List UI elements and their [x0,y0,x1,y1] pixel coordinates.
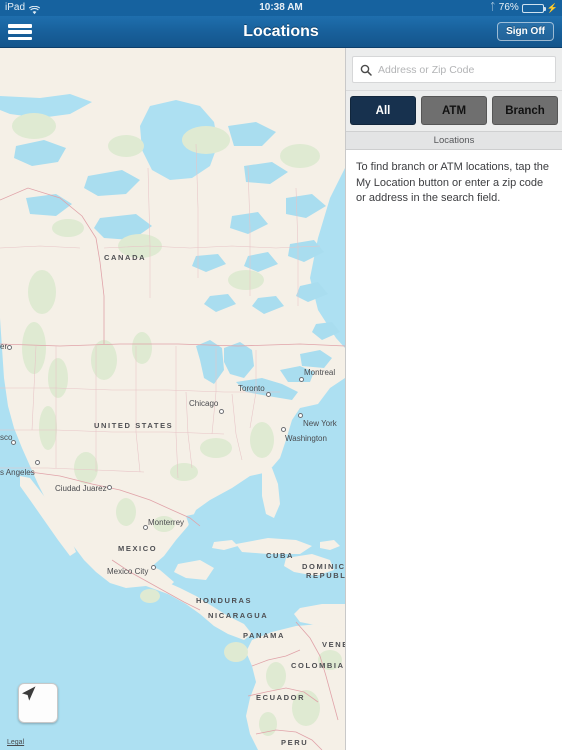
results-section-header: Locations [346,132,562,150]
map-view[interactable]: .land { fill:#f5f0e7; } .park { fill:#df… [0,48,345,750]
status-bar-clock: 10:38 AM [259,2,303,13]
map-city-dot [299,377,304,382]
page-title: Locations [243,23,319,40]
filter-tab-all[interactable]: All [350,96,416,125]
search-box[interactable] [352,56,556,83]
legal-link[interactable]: Legal [7,739,24,746]
search-icon [360,64,372,76]
map-city-dot [298,413,303,418]
filter-segmented-control: All ATM Branch [346,91,562,132]
lightning-bolt-icon: ⚡ [546,3,558,13]
search-bar-container [346,48,562,91]
filter-tab-branch[interactable]: Branch [492,96,558,125]
map-city-dot [35,460,40,465]
filter-tab-atm[interactable]: ATM [421,96,487,125]
navigation-arrow-icon [22,686,36,701]
search-input[interactable] [378,63,548,76]
ios-status-bar: iPad 10:38 AM ᛏ 76% ⚡ [0,0,562,16]
status-bar-right: ᛏ 76% ⚡ [490,0,558,16]
battery-percent-label: 76% [498,2,519,13]
bluetooth-icon: ᛏ [489,2,496,13]
map-vector-graphics: .land { fill:#f5f0e7; } .park { fill:#df… [0,48,345,750]
map-city-dot [281,427,286,432]
map-city-dot [151,565,156,570]
battery-icon [521,3,546,13]
map-city-dot [219,409,224,414]
map-city-dot [266,392,271,397]
map-city-dot [11,440,16,445]
my-location-button[interactable] [18,683,58,723]
navigation-bar: Locations Sign Off [0,16,562,48]
map-city-dot [7,345,12,350]
map-city-dot [107,485,112,490]
locations-screen: iPad 10:38 AM ᛏ 76% ⚡ Locations Sign Off… [0,0,562,750]
locations-panel: All ATM Branch Locations To find branch … [345,48,562,750]
empty-state-message: To find branch or ATM locations, tap the… [356,161,550,204]
sign-off-button[interactable]: Sign Off [497,22,554,41]
map-city-dot [143,525,148,530]
